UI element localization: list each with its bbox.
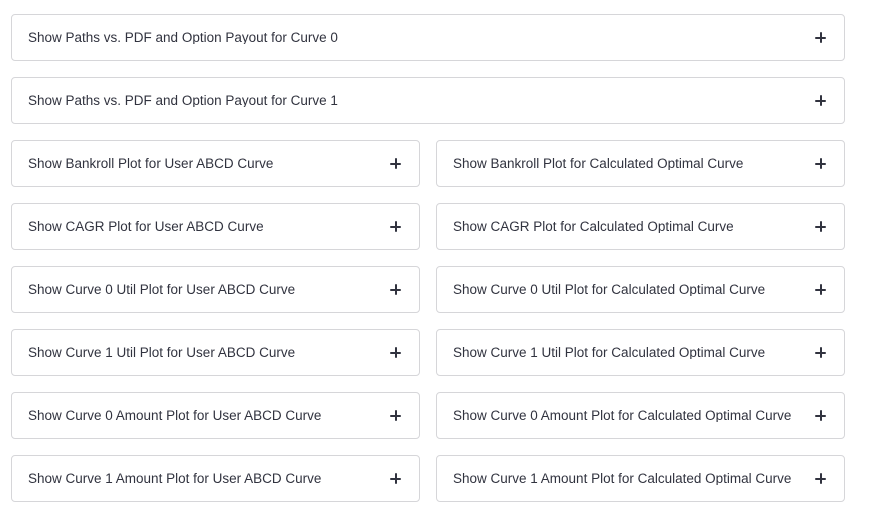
plus-icon[interactable] — [390, 473, 401, 484]
expander-label: Show Curve 1 Util Plot for Calculated Op… — [453, 345, 766, 360]
expander-curve0-util-optimal[interactable]: Show Curve 0 Util Plot for Calculated Op… — [436, 266, 845, 313]
expander-label: Show Curve 1 Amount Plot for User ABCD C… — [28, 471, 322, 486]
expander-label: Show Curve 0 Util Plot for Calculated Op… — [453, 282, 766, 297]
expander-label: Show Bankroll Plot for User ABCD Curve — [28, 156, 274, 171]
plus-icon[interactable] — [390, 158, 401, 169]
expander-curve0-amount-user[interactable]: Show Curve 0 Amount Plot for User ABCD C… — [11, 392, 420, 439]
expander-label: Show Paths vs. PDF and Option Payout for… — [28, 30, 338, 45]
expander-curve1-util-optimal[interactable]: Show Curve 1 Util Plot for Calculated Op… — [436, 329, 845, 376]
expander-bankroll-optimal[interactable]: Show Bankroll Plot for Calculated Optima… — [436, 140, 845, 187]
expander-label: Show CAGR Plot for User ABCD Curve — [28, 219, 264, 234]
plus-icon[interactable] — [390, 347, 401, 358]
plus-icon[interactable] — [815, 221, 826, 232]
plus-icon[interactable] — [390, 221, 401, 232]
plus-icon[interactable] — [390, 410, 401, 421]
expander-curve1-util-user[interactable]: Show Curve 1 Util Plot for User ABCD Cur… — [11, 329, 420, 376]
expander-label: Show Curve 0 Util Plot for User ABCD Cur… — [28, 282, 296, 297]
expander-label: Show Bankroll Plot for Calculated Optima… — [453, 156, 744, 171]
expander-cagr-optimal[interactable]: Show CAGR Plot for Calculated Optimal Cu… — [436, 203, 845, 250]
plus-icon[interactable] — [815, 32, 826, 43]
expander-bankroll-user[interactable]: Show Bankroll Plot for User ABCD Curve — [11, 140, 420, 187]
plus-icon[interactable] — [815, 347, 826, 358]
expander-label: Show Curve 0 Amount Plot for User ABCD C… — [28, 408, 322, 423]
plus-icon[interactable] — [815, 284, 826, 295]
expander-label: Show Curve 0 Amount Plot for Calculated … — [453, 408, 792, 423]
plus-icon[interactable] — [815, 95, 826, 106]
expander-label: Show Curve 1 Amount Plot for Calculated … — [453, 471, 792, 486]
expander-curve0-util-user[interactable]: Show Curve 0 Util Plot for User ABCD Cur… — [11, 266, 420, 313]
plus-icon[interactable] — [815, 410, 826, 421]
expander-curve0-amount-optimal[interactable]: Show Curve 0 Amount Plot for Calculated … — [436, 392, 845, 439]
expander-curve1-amount-optimal[interactable]: Show Curve 1 Amount Plot for Calculated … — [436, 455, 845, 502]
expander-label: Show Paths vs. PDF and Option Payout for… — [28, 93, 338, 108]
expander-label: Show CAGR Plot for Calculated Optimal Cu… — [453, 219, 734, 234]
plus-icon[interactable] — [390, 284, 401, 295]
expander-paths-curve-0[interactable]: Show Paths vs. PDF and Option Payout for… — [11, 14, 845, 61]
plus-icon[interactable] — [815, 473, 826, 484]
expander-paths-curve-1[interactable]: Show Paths vs. PDF and Option Payout for… — [11, 77, 845, 124]
plus-icon[interactable] — [815, 158, 826, 169]
expander-curve1-amount-user[interactable]: Show Curve 1 Amount Plot for User ABCD C… — [11, 455, 420, 502]
expander-cagr-user[interactable]: Show CAGR Plot for User ABCD Curve — [11, 203, 420, 250]
expander-label: Show Curve 1 Util Plot for User ABCD Cur… — [28, 345, 296, 360]
